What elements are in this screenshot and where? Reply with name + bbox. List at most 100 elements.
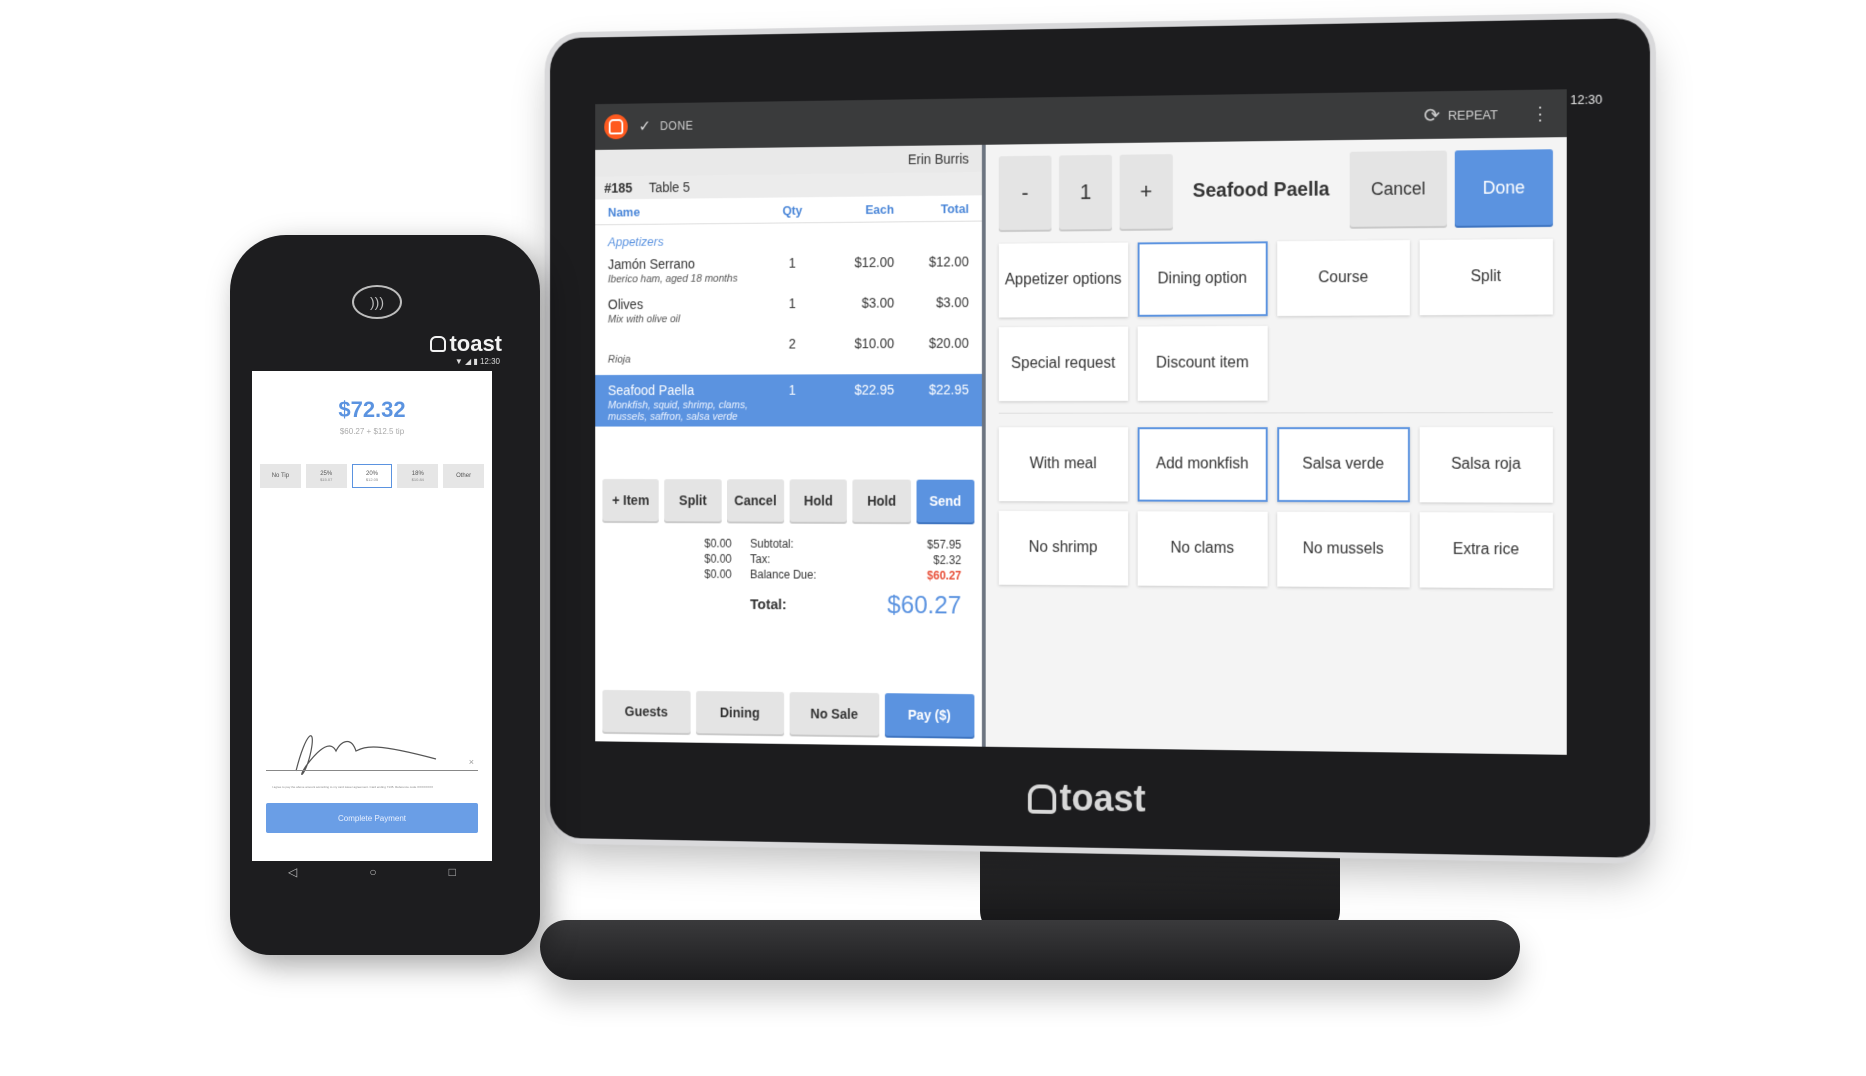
add-item-button[interactable]: + Item (602, 479, 659, 522)
done-link[interactable]: DONE (660, 119, 693, 133)
order-row-selected[interactable]: Seafood Paella Monkfish, squid, shrimp, c… (595, 373, 982, 427)
toast-bread-icon (1027, 783, 1056, 814)
item-total: $20.00 (928, 335, 969, 351)
order-row[interactable]: Jamón Serrano Iberico ham, aged 18 months… (595, 246, 982, 289)
handheld-status-bar: ▼ ◢ ▮ 12:30 (454, 357, 500, 366)
item-name (608, 336, 765, 352)
pay-button[interactable]: Pay ($) (884, 693, 975, 737)
cancel-order-button[interactable]: Cancel (726, 479, 785, 522)
item-name: Seafood Paella (607, 382, 695, 398)
option-appetizer-options[interactable]: Appetizer options (998, 242, 1128, 318)
payment-amount: $72.32 (338, 397, 406, 422)
tip-label: Other (456, 473, 472, 479)
item-desc: Iberico ham, aged 18 months (607, 272, 738, 286)
check-icon[interactable]: ✓ (639, 117, 651, 136)
recent-apps-icon[interactable]: □ (449, 865, 456, 879)
divider (998, 412, 1553, 414)
handheld-device: ))) toast ▼ ◢ ▮ 12:30 $72.32 $60.27 + $1… (230, 235, 540, 955)
clear-signature-icon[interactable]: × (469, 757, 474, 767)
quantity-value[interactable]: 1 (1059, 154, 1113, 230)
modifier-salsa-roja[interactable]: Salsa roja (1419, 427, 1553, 503)
left-total-3: $0.00 (704, 567, 732, 582)
option-dining-option[interactable]: Dining option (1137, 241, 1268, 317)
tip-20[interactable]: 20% $12.05 (351, 464, 393, 488)
option-split[interactable]: Split (1419, 238, 1553, 316)
increment-button[interactable]: + (1119, 154, 1173, 229)
item-qty: 1 (788, 295, 796, 311)
option-discount-item[interactable]: Discount item (1137, 325, 1268, 401)
order-bottom-bar: Guests Dining No Sale Pay ($) (595, 689, 982, 737)
signature-pad[interactable]: × (266, 721, 478, 781)
modifier-extra-rice[interactable]: Extra rice (1419, 512, 1553, 589)
balance-due-label: Balance Due: (750, 567, 817, 582)
handheld-brand-logo: toast (430, 331, 502, 357)
tip-25[interactable]: 25% $15.07 (305, 464, 347, 488)
item-desc: Rioja (607, 353, 631, 366)
send-button[interactable]: Send (916, 479, 975, 523)
item-total: $22.95 (928, 381, 969, 398)
item-each: $22.95 (854, 381, 895, 398)
option-course[interactable]: Course (1277, 240, 1410, 317)
cancel-button[interactable]: Cancel (1349, 150, 1447, 227)
repeat-label: REPEAT (1447, 106, 1498, 123)
order-panel: Erin Burris #185 Table 5 Name Qty Each T… (595, 144, 986, 747)
android-nav-bar: ◁ ○ □ (252, 865, 492, 879)
monitor-stand-base (540, 920, 1520, 980)
item-qty: 1 (788, 382, 796, 398)
modifier-add-monkfish[interactable]: Add monkfish (1137, 427, 1268, 502)
item-title: Seafood Paella (1192, 178, 1330, 202)
section-label: Appetizers (607, 234, 664, 250)
modifier-no-clams[interactable]: No clams (1137, 511, 1268, 587)
legal-text: I agree to pay the above amount accordin… (272, 785, 434, 789)
handheld-clock: 12:30 (479, 357, 500, 366)
guests-button[interactable]: Guests (602, 689, 691, 734)
tax-label: Tax: (750, 552, 771, 566)
decrement-button[interactable]: - (998, 155, 1052, 231)
item-total: $3.00 (936, 294, 969, 311)
toast-logo-icon[interactable] (604, 114, 628, 140)
no-sale-button[interactable]: No Sale (789, 692, 879, 736)
col-each: Each (865, 201, 895, 217)
subtotal-value: $57.95 (927, 537, 962, 552)
empty-slot (1419, 324, 1553, 400)
pos-monitor: ▼ ◢ ▮ 12:30 ✓ DONE ⟳ REPEAT ⋮ Erin Burri… (550, 18, 1650, 858)
ticket-number: #185 (604, 180, 633, 196)
repeat-button[interactable]: ⟳ REPEAT (1424, 102, 1498, 128)
more-menu-icon[interactable]: ⋮ (1531, 103, 1549, 124)
item-total: $12.00 (928, 253, 969, 270)
hold-button-2[interactable]: Hold (852, 479, 911, 523)
quantity-row: - 1 + Seafood Paella Cancel Done (998, 149, 1553, 231)
modifier-panel: - 1 + Seafood Paella Cancel Done Appetiz… (986, 137, 1567, 755)
table-name: Table 5 (648, 179, 690, 196)
clock: 12:30 (1570, 91, 1603, 107)
item-qty: 2 (788, 335, 796, 352)
order-row[interactable]: Olives Mix with olive oil 1 $3.00 $3.00 (595, 287, 982, 330)
modifier-no-shrimp[interactable]: No shrimp (998, 510, 1128, 586)
modifier-salsa-verde[interactable]: Salsa verde (1277, 427, 1410, 503)
tip-18[interactable]: 18% $10.84 (397, 464, 439, 488)
item-each: $10.00 (854, 335, 895, 352)
repeat-icon: ⟳ (1423, 104, 1441, 127)
option-special-request[interactable]: Special request (998, 326, 1128, 402)
modifier-no-mussels[interactable]: No mussels (1277, 511, 1410, 588)
modifier-with-meal[interactable]: With meal (998, 427, 1128, 502)
dining-button[interactable]: Dining (695, 690, 785, 735)
tip-other[interactable]: Other (443, 464, 484, 488)
order-row[interactable]: Rioja 2 $10.00 $20.00 (595, 327, 982, 369)
split-button[interactable]: Split (664, 479, 722, 522)
col-qty: Qty (782, 202, 803, 218)
complete-payment-button[interactable]: Complete Payment (266, 803, 478, 833)
tip-label: No Tip (271, 473, 290, 479)
done-button[interactable]: Done (1454, 149, 1553, 226)
tip-none[interactable]: No Tip (260, 464, 301, 488)
payment-breakdown: $60.27 + $12.5 tip (339, 427, 405, 436)
hold-button[interactable]: Hold (789, 479, 848, 522)
signature-line (266, 770, 478, 771)
back-icon[interactable]: ◁ (288, 865, 297, 879)
modifiers-grid: With meal Add monkfish Salsa verde Salsa… (998, 427, 1553, 589)
totals-panel: $0.00 $0.00 $0.00 Subtotal: $57.95 Tax: … (595, 536, 982, 620)
item-each: $3.00 (861, 294, 895, 311)
signature-stroke (295, 735, 437, 776)
home-icon[interactable]: ○ (369, 865, 376, 879)
item-name: Olives (607, 296, 644, 313)
